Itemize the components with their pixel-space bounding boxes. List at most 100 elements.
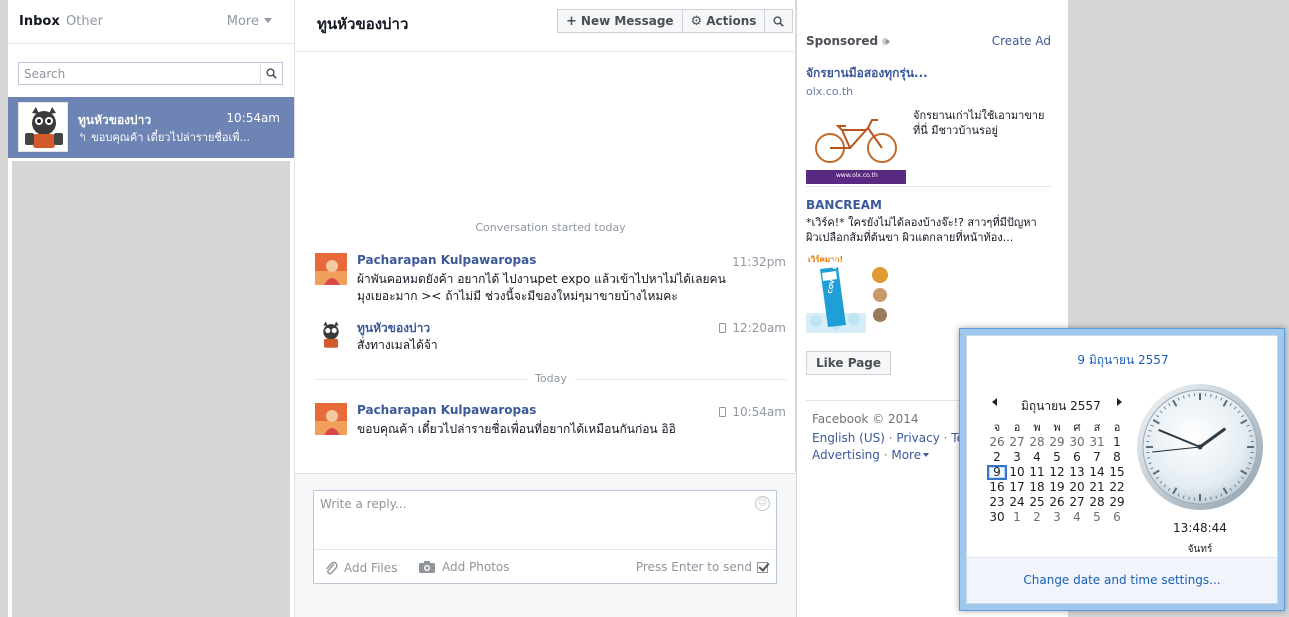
- calendar-day[interactable]: 6: [1067, 450, 1087, 465]
- calendar-day[interactable]: 27: [1067, 495, 1087, 510]
- calendar-day[interactable]: 30: [1067, 435, 1087, 450]
- avatar[interactable]: [315, 403, 347, 435]
- calendar-day[interactable]: 30: [987, 510, 1007, 525]
- message-sender[interactable]: Pacharapan Kulpawaropas: [357, 403, 536, 417]
- footer-more-link[interactable]: More: [891, 448, 930, 462]
- calendar-day[interactable]: 29: [1047, 435, 1067, 450]
- calendar-day[interactable]: 4: [1067, 510, 1087, 525]
- calendar-day[interactable]: 4: [1027, 450, 1047, 465]
- calendar-day[interactable]: 25: [1027, 495, 1047, 510]
- ad-image[interactable]: เวิร์คมาก! COVER GEL: [806, 253, 896, 333]
- calendar-day[interactable]: 23: [987, 495, 1007, 510]
- sponsored-heading: Sponsored 🕪: [806, 34, 890, 49]
- thread-item-selected[interactable]: ทูนหัวของบ่าว 10:54am ↰ ขอบคุณค้า เดี๋ยวไ…: [8, 97, 294, 158]
- date-time-flyout: 9 มิถุนายน 2557 มิถุนายน 2557 จอพพศสอ 26 2…: [959, 328, 1285, 611]
- calendar-day[interactable]: 20: [1067, 480, 1087, 495]
- ad-domain[interactable]: olx.co.th: [806, 85, 1051, 98]
- calendar-day[interactable]: 2: [1027, 510, 1047, 525]
- privacy-link[interactable]: Privacy: [896, 431, 939, 445]
- calendar-day[interactable]: 14: [1087, 465, 1107, 480]
- calendar-day[interactable]: 21: [1087, 480, 1107, 495]
- tab-other[interactable]: Other: [66, 14, 103, 29]
- message-line: สั่งทางเมลได้จ้า: [357, 338, 438, 352]
- calendar-day[interactable]: 15: [1107, 465, 1127, 480]
- weekday-header: อ: [1113, 421, 1121, 434]
- actions-button[interactable]: ⚙ Actions: [682, 9, 766, 33]
- message-line: ขอบคุณค้า เดี๋ยวไปล่ารายชื่อเพื่อนที่อยา…: [357, 422, 676, 436]
- create-ad-link[interactable]: Create Ad: [992, 34, 1051, 48]
- calendar-day[interactable]: 10: [1007, 465, 1027, 480]
- tab-inbox[interactable]: Inbox: [19, 14, 60, 29]
- flyout-panel: 9 มิถุนายน 2557 มิถุนายน 2557 จอพพศสอ 26 2…: [966, 335, 1278, 604]
- calendar-day[interactable]: 8: [1107, 450, 1127, 465]
- month-label[interactable]: มิถุนายน 2557: [1021, 397, 1101, 416]
- calendar-day[interactable]: 19: [1047, 480, 1067, 495]
- more-dropdown[interactable]: More: [227, 14, 272, 29]
- calendar-day[interactable]: 28: [1087, 495, 1107, 510]
- camera-icon: [419, 561, 435, 573]
- add-photos-label: Add Photos: [442, 560, 510, 574]
- calendar-day[interactable]: 1: [1007, 510, 1027, 525]
- calendar-day[interactable]: 18: [1027, 480, 1047, 495]
- search-input[interactable]: [19, 63, 259, 84]
- calendar-day[interactable]: 22: [1107, 480, 1127, 495]
- calendar-day[interactable]: 5: [1087, 510, 1107, 525]
- calendar-day[interactable]: 1: [1107, 435, 1127, 450]
- calendar-day[interactable]: 3: [1007, 450, 1027, 465]
- ad-item[interactable]: จักรยานมือสองทุกรุ่น... olx.co.th www.ol…: [806, 64, 1051, 186]
- language-link[interactable]: English (US): [812, 431, 885, 445]
- ad-item[interactable]: BANCREAM *เวิร์ค!* ใครยังไม่ได้ลองบ้างจ๊…: [806, 198, 1051, 333]
- avatar[interactable]: [315, 319, 347, 351]
- change-date-time-settings-link[interactable]: Change date and time settings...: [967, 573, 1277, 587]
- cat-mascot-avatar-icon: [315, 319, 347, 351]
- search-button[interactable]: [260, 63, 282, 84]
- ad-image[interactable]: www.olx.co.th: [806, 106, 906, 184]
- calendar-day[interactable]: 7: [1087, 450, 1107, 465]
- previous-month-arrow-icon[interactable]: [992, 398, 997, 406]
- emoji-icon[interactable]: ☺: [755, 496, 770, 511]
- calendar-day[interactable]: 26: [987, 435, 1007, 450]
- calendar-day[interactable]: 29: [1107, 495, 1127, 510]
- ad-text: จักรยานเก่าไม่ใช้เอามาขาย ที่นี่ มีชาวบ้…: [913, 109, 1045, 137]
- calendar-day[interactable]: 2: [987, 450, 1007, 465]
- calendar-day[interactable]: 13: [1067, 465, 1087, 480]
- message-sender[interactable]: ทูนหัวของบ่าว: [357, 319, 430, 338]
- calendar-day[interactable]: 28: [1027, 435, 1047, 450]
- calendar-day[interactable]: 12: [1047, 465, 1067, 480]
- footer-more-label: More: [891, 448, 922, 462]
- calendar-day[interactable]: 11: [1027, 465, 1047, 480]
- message-line: มุงเยอะมาก >< ถ้าไม่มี ช่วงนี้จะมีของใหม…: [357, 289, 678, 303]
- calendar-day[interactable]: 6: [1107, 510, 1127, 525]
- reply-input[interactable]: [314, 491, 744, 546]
- ad-title[interactable]: จักรยานมือสองทุกรุ่น...: [806, 64, 1051, 83]
- press-enter-toggle[interactable]: Press Enter to send: [636, 560, 768, 574]
- search-conversation-button[interactable]: [765, 9, 794, 33]
- ad-title[interactable]: BANCREAM: [806, 198, 1051, 212]
- calendar-day-today[interactable]: 9: [987, 465, 1007, 480]
- calendar-day[interactable]: 16: [987, 480, 1007, 495]
- checkbox-checked-icon[interactable]: [757, 561, 768, 573]
- advertising-link[interactable]: Advertising: [812, 448, 880, 462]
- add-files-button[interactable]: Add Files: [324, 560, 397, 576]
- ad-divider: [806, 186, 1051, 187]
- avatar[interactable]: [315, 253, 347, 285]
- calendar-day[interactable]: 26: [1047, 495, 1067, 510]
- next-month-arrow-icon[interactable]: [1117, 398, 1122, 406]
- new-message-button[interactable]: + New Message: [557, 9, 683, 33]
- calendar-day[interactable]: 17: [1007, 480, 1027, 495]
- calendar-day[interactable]: 27: [1007, 435, 1027, 450]
- calendar-day[interactable]: 31: [1087, 435, 1107, 450]
- reply-arrow-icon: ↰: [78, 131, 88, 144]
- message-time-mobile: 12:20am: [719, 321, 786, 335]
- weekday-header: พ: [1053, 421, 1061, 434]
- calendar-day[interactable]: 24: [1007, 495, 1027, 510]
- message-sender[interactable]: Pacharapan Kulpawaropas: [357, 253, 536, 267]
- like-page-button[interactable]: Like Page: [806, 351, 892, 375]
- long-date-link[interactable]: 9 มิถุนายน 2557: [967, 351, 1279, 370]
- calendar-day[interactable]: 3: [1047, 510, 1067, 525]
- reply-composer: ☺ Add Files Add Photos Press Enter to se…: [313, 490, 777, 584]
- calendar-day[interactable]: 5: [1047, 450, 1067, 465]
- today-label: Today: [527, 372, 575, 385]
- search-box: [18, 62, 283, 85]
- add-photos-button[interactable]: Add Photos: [418, 560, 510, 574]
